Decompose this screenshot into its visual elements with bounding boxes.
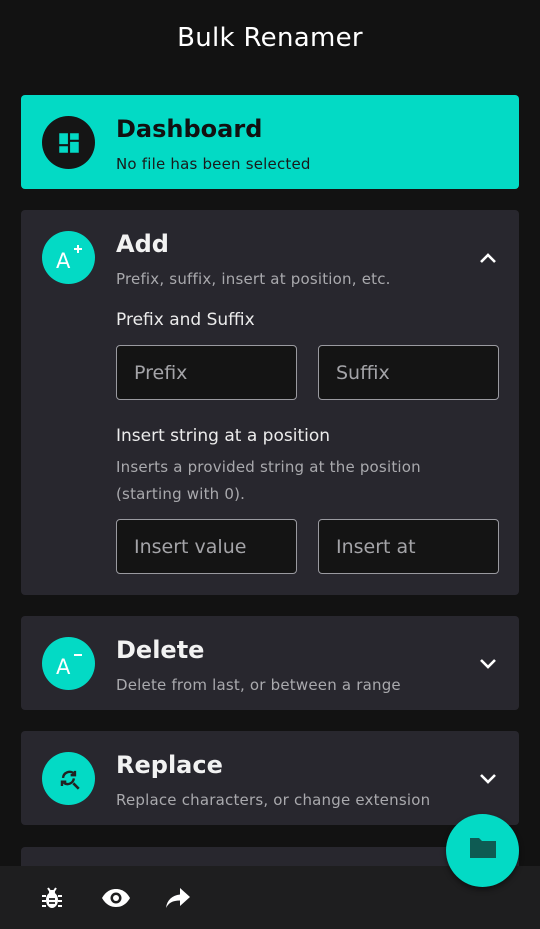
delete-header[interactable]: A Delete Delete from last, or between a … [21, 616, 519, 710]
insert-position-input[interactable] [318, 519, 499, 574]
dashboard-icon [42, 116, 95, 169]
replace-subtitle: Replace characters, or change extension [116, 791, 431, 809]
dashboard-header[interactable]: Dashboard No file has been selected [21, 95, 519, 189]
svg-text:A: A [56, 249, 71, 273]
find-replace-icon [42, 752, 95, 805]
text-add-icon: A [42, 231, 95, 284]
prefix-input[interactable] [116, 345, 297, 400]
add-card: A Add Prefix, suffix, insert at position… [21, 210, 519, 595]
insert-value-input[interactable] [116, 519, 297, 574]
suffix-input[interactable] [318, 345, 499, 400]
eye-icon[interactable] [101, 885, 131, 911]
add-subtitle: Prefix, suffix, insert at position, etc. [116, 270, 391, 288]
bug-icon[interactable] [39, 885, 65, 911]
prefix-suffix-label: Prefix and Suffix [116, 310, 255, 330]
delete-card[interactable]: A Delete Delete from last, or between a … [21, 616, 519, 710]
delete-subtitle: Delete from last, or between a range [116, 676, 401, 694]
app-title: Bulk Renamer [177, 23, 363, 53]
chevron-down-icon[interactable] [477, 654, 499, 674]
text-remove-icon: A [42, 637, 95, 690]
dashboard-title: Dashboard [116, 115, 263, 143]
chevron-up-icon[interactable] [477, 248, 499, 268]
dashboard-card[interactable]: Dashboard No file has been selected [21, 95, 519, 189]
share-icon[interactable] [165, 885, 191, 911]
add-header[interactable]: A Add Prefix, suffix, insert at position… [21, 210, 519, 304]
insert-label: Insert string at a position [116, 426, 331, 446]
delete-title: Delete [116, 636, 205, 664]
replace-title: Replace [116, 751, 223, 779]
open-folder-button[interactable] [446, 814, 519, 887]
app-bar: Bulk Renamer [0, 0, 540, 76]
insert-description: Inserts a provided string at the positio… [116, 458, 421, 503]
replace-header[interactable]: Replace Replace characters, or change ex… [21, 731, 519, 825]
replace-card[interactable]: Replace Replace characters, or change ex… [21, 731, 519, 825]
chevron-down-icon[interactable] [477, 769, 499, 789]
folder-icon [468, 835, 498, 866]
add-title: Add [116, 230, 169, 258]
svg-text:A: A [56, 655, 71, 679]
dashboard-subtitle: No file has been selected [116, 155, 311, 173]
